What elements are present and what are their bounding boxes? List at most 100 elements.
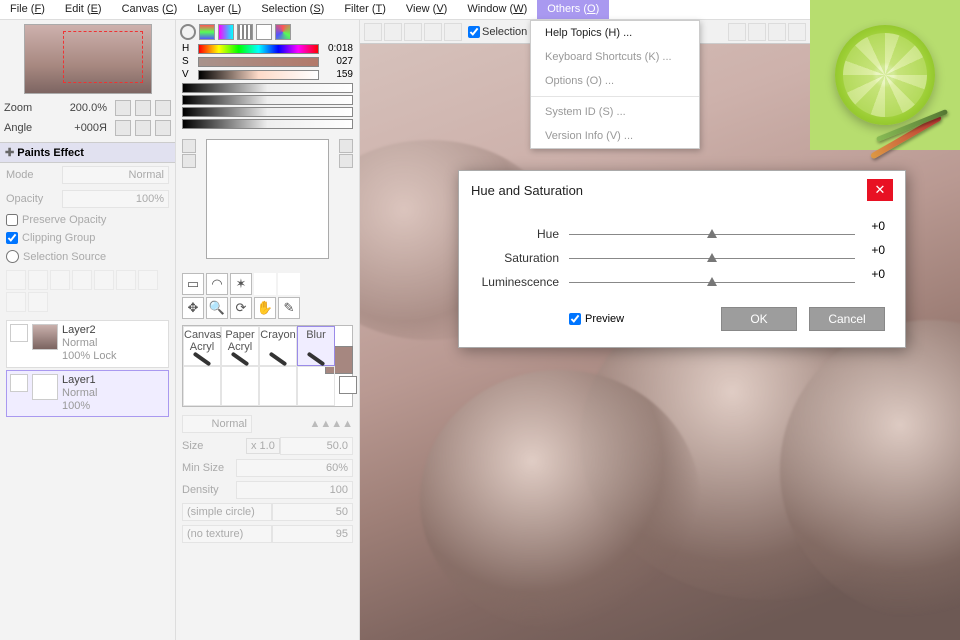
opacity-value[interactable]: 100% <box>62 190 169 208</box>
menu-selection[interactable]: Selection (S) <box>251 0 334 19</box>
min-size-value[interactable]: 60% <box>236 459 353 477</box>
preserve-opacity-checkbox[interactable] <box>6 214 18 226</box>
menu-window[interactable]: Window (W) <box>457 0 537 19</box>
lasso-tool[interactable]: ◠ <box>206 273 228 295</box>
invert-sel-button[interactable] <box>424 23 442 41</box>
move-tool[interactable]: ✥ <box>182 297 204 319</box>
brush-empty[interactable] <box>183 366 221 406</box>
menu-help-topics[interactable]: Help Topics (H) ... <box>531 21 699 45</box>
eyedropper-tool[interactable]: ✎ <box>278 297 300 319</box>
hand-tool[interactable]: ✋ <box>254 297 276 319</box>
menu-canvas[interactable]: Canvas (C) <box>112 0 188 19</box>
val-slider[interactable] <box>198 70 319 80</box>
cancel-button[interactable]: Cancel <box>809 307 885 331</box>
size-value[interactable]: 50.0 <box>280 437 353 455</box>
merge-down-icon[interactable] <box>116 270 136 290</box>
color-mixer-icon[interactable] <box>218 24 234 40</box>
color-bars-icon[interactable] <box>199 24 215 40</box>
brush-blur[interactable]: Blur <box>297 326 335 366</box>
zoom-in-button[interactable] <box>135 100 151 116</box>
scratch-down-button[interactable] <box>339 154 353 168</box>
menu-layer[interactable]: Layer (L) <box>187 0 251 19</box>
navigator-thumbnail[interactable] <box>24 24 152 94</box>
layer-item[interactable]: Layer2Normal100% Lock <box>6 320 169 368</box>
sat-slider[interactable] <box>198 57 319 67</box>
grey-slider-2[interactable] <box>182 95 353 105</box>
hue-slider[interactable] <box>198 44 319 54</box>
new-layer-icon[interactable] <box>6 270 26 290</box>
menu-keyboard-shortcuts[interactable]: Keyboard Shortcuts (K) ... <box>531 45 699 69</box>
grey-slider-1[interactable] <box>182 83 353 93</box>
clipping-group-checkbox[interactable] <box>6 232 18 244</box>
undo-button[interactable] <box>364 23 382 41</box>
dialog-close-button[interactable]: ✕ <box>867 179 893 201</box>
zoom-fit-button[interactable] <box>155 100 171 116</box>
brush-shape-select[interactable]: (simple circle) <box>182 503 272 521</box>
layer-item[interactable]: Layer1Normal100% <box>6 370 169 418</box>
brush-empty[interactable] <box>259 366 297 406</box>
background-color-swatch[interactable] <box>339 376 357 394</box>
menu-edit[interactable]: Edit (E) <box>55 0 112 19</box>
grey-slider-4[interactable] <box>182 119 353 129</box>
zoom-out-button[interactable] <box>115 100 131 116</box>
transfer-down-icon[interactable] <box>94 270 114 290</box>
new-linework-icon[interactable] <box>28 270 48 290</box>
mode-select[interactable]: Normal <box>62 166 169 184</box>
brush-shape-value[interactable]: 50 <box>272 503 353 521</box>
layer-visibility-icon[interactable] <box>10 374 28 392</box>
zoom-tool[interactable]: 🔍 <box>206 297 228 319</box>
rotate-reset-button[interactable] <box>155 120 171 136</box>
brush-texture-select[interactable]: (no texture) <box>182 525 272 543</box>
brush-mode-select[interactable]: Normal <box>182 415 252 433</box>
hue-param-slider[interactable] <box>569 234 855 235</box>
brush-canvas-acryl[interactable]: Canvas Acryl <box>183 326 221 366</box>
color-swatches-icon[interactable] <box>237 24 253 40</box>
preview-checkbox[interactable] <box>569 313 581 325</box>
mask-icon[interactable] <box>72 270 92 290</box>
color-scratchpad-icon[interactable] <box>256 24 272 40</box>
rect-select-tool[interactable]: ▭ <box>182 273 204 295</box>
color-wheel-icon[interactable] <box>180 24 196 40</box>
brush-empty[interactable] <box>297 366 335 406</box>
deselect-button[interactable] <box>404 23 422 41</box>
delete-layer-icon[interactable] <box>6 292 26 312</box>
layer-trash-icon[interactable] <box>28 292 48 312</box>
menu-system-id[interactable]: System ID (S) ... <box>531 100 699 124</box>
menu-options[interactable]: Options (O) ... <box>531 69 699 93</box>
menu-version-info[interactable]: Version Info (V) ... <box>531 124 699 148</box>
brush-edge-icons[interactable]: ▲▲▲▲ <box>309 418 353 430</box>
clear-layer-icon[interactable] <box>138 270 158 290</box>
color-palette-icon[interactable] <box>275 24 291 40</box>
density-value[interactable]: 100 <box>236 481 353 499</box>
scratchpad[interactable] <box>206 139 329 259</box>
selection-source-radio[interactable] <box>6 250 19 263</box>
show-sel-button[interactable] <box>444 23 462 41</box>
reset-rotation-button[interactable] <box>788 23 806 41</box>
layer-visibility-icon[interactable] <box>10 324 28 342</box>
rotate-ccw-button[interactable] <box>115 120 131 136</box>
new-set-icon[interactable] <box>50 270 70 290</box>
menu-filter[interactable]: Filter (T) <box>334 0 396 19</box>
menu-others[interactable]: Others (O) <box>537 0 609 19</box>
fit-button[interactable] <box>728 23 746 41</box>
brush-empty[interactable] <box>221 366 259 406</box>
magic-wand-tool[interactable]: ✶ <box>230 273 252 295</box>
brush-crayon[interactable]: Crayon <box>259 326 297 366</box>
rotate-cw-button[interactable] <box>135 120 151 136</box>
navigator-viewport[interactable] <box>63 31 143 83</box>
scratch-next-button[interactable] <box>182 154 196 168</box>
scratch-prev-button[interactable] <box>182 139 196 153</box>
ok-button[interactable]: OK <box>721 307 797 331</box>
rotate-right-button[interactable] <box>768 23 786 41</box>
rotate-tool[interactable]: ⟳ <box>230 297 252 319</box>
grey-slider-3[interactable] <box>182 107 353 117</box>
menu-file[interactable]: File (F) <box>0 0 55 19</box>
menu-view[interactable]: View (V) <box>396 0 457 19</box>
size-mult[interactable]: x 1.0 <box>246 438 280 454</box>
brush-paper-acryl[interactable]: Paper Acryl <box>221 326 259 366</box>
lum-param-slider[interactable] <box>569 282 855 283</box>
selection-checkbox[interactable] <box>468 26 480 38</box>
brush-texture-value[interactable]: 95 <box>272 525 353 543</box>
redo-button[interactable] <box>384 23 402 41</box>
sat-param-slider[interactable] <box>569 258 855 259</box>
